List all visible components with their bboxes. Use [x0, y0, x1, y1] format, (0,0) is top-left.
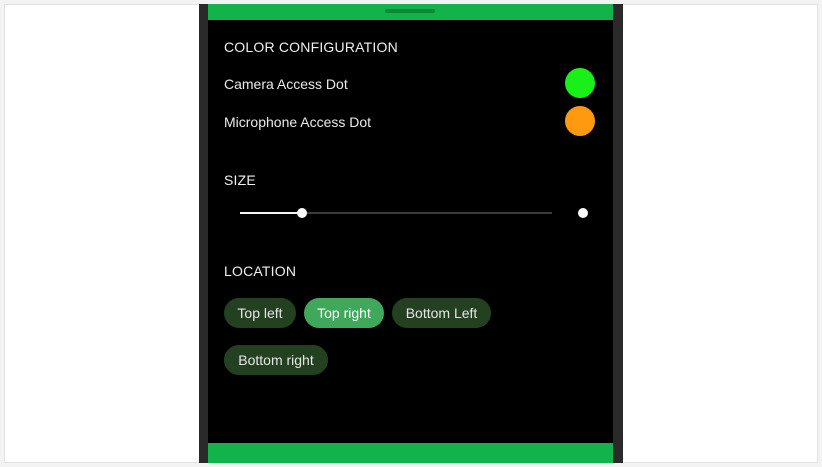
bottom-sheet-header[interactable] — [208, 4, 613, 20]
size-slider-track[interactable] — [302, 212, 552, 214]
settings-screen: COLOR CONFIGURATION Camera Access Dot Mi… — [208, 4, 613, 463]
drag-handle[interactable] — [385, 9, 435, 13]
size-slider-end-stop — [578, 208, 588, 218]
microphone-access-dot-label: Microphone Access Dot — [224, 114, 372, 130]
microphone-access-dot-color-swatch[interactable] — [565, 106, 595, 136]
camera-access-dot-label: Camera Access Dot — [224, 76, 348, 92]
location-title: LOCATION — [224, 263, 297, 279]
size-slider-thumb[interactable] — [297, 208, 308, 218]
size-title: SIZE — [224, 172, 256, 188]
bottom-accent-bar — [208, 443, 613, 463]
chip-bottom-right[interactable]: Bottom right — [224, 345, 328, 375]
camera-access-dot-color-swatch[interactable] — [565, 68, 595, 98]
color-configuration-title: COLOR CONFIGURATION — [224, 39, 398, 55]
size-slider-active-track[interactable] — [240, 212, 303, 214]
chip-top-right[interactable]: Top right — [304, 298, 384, 328]
chip-bottom-left[interactable]: Bottom Left — [392, 298, 491, 328]
chip-top-left[interactable]: Top left — [224, 298, 296, 328]
